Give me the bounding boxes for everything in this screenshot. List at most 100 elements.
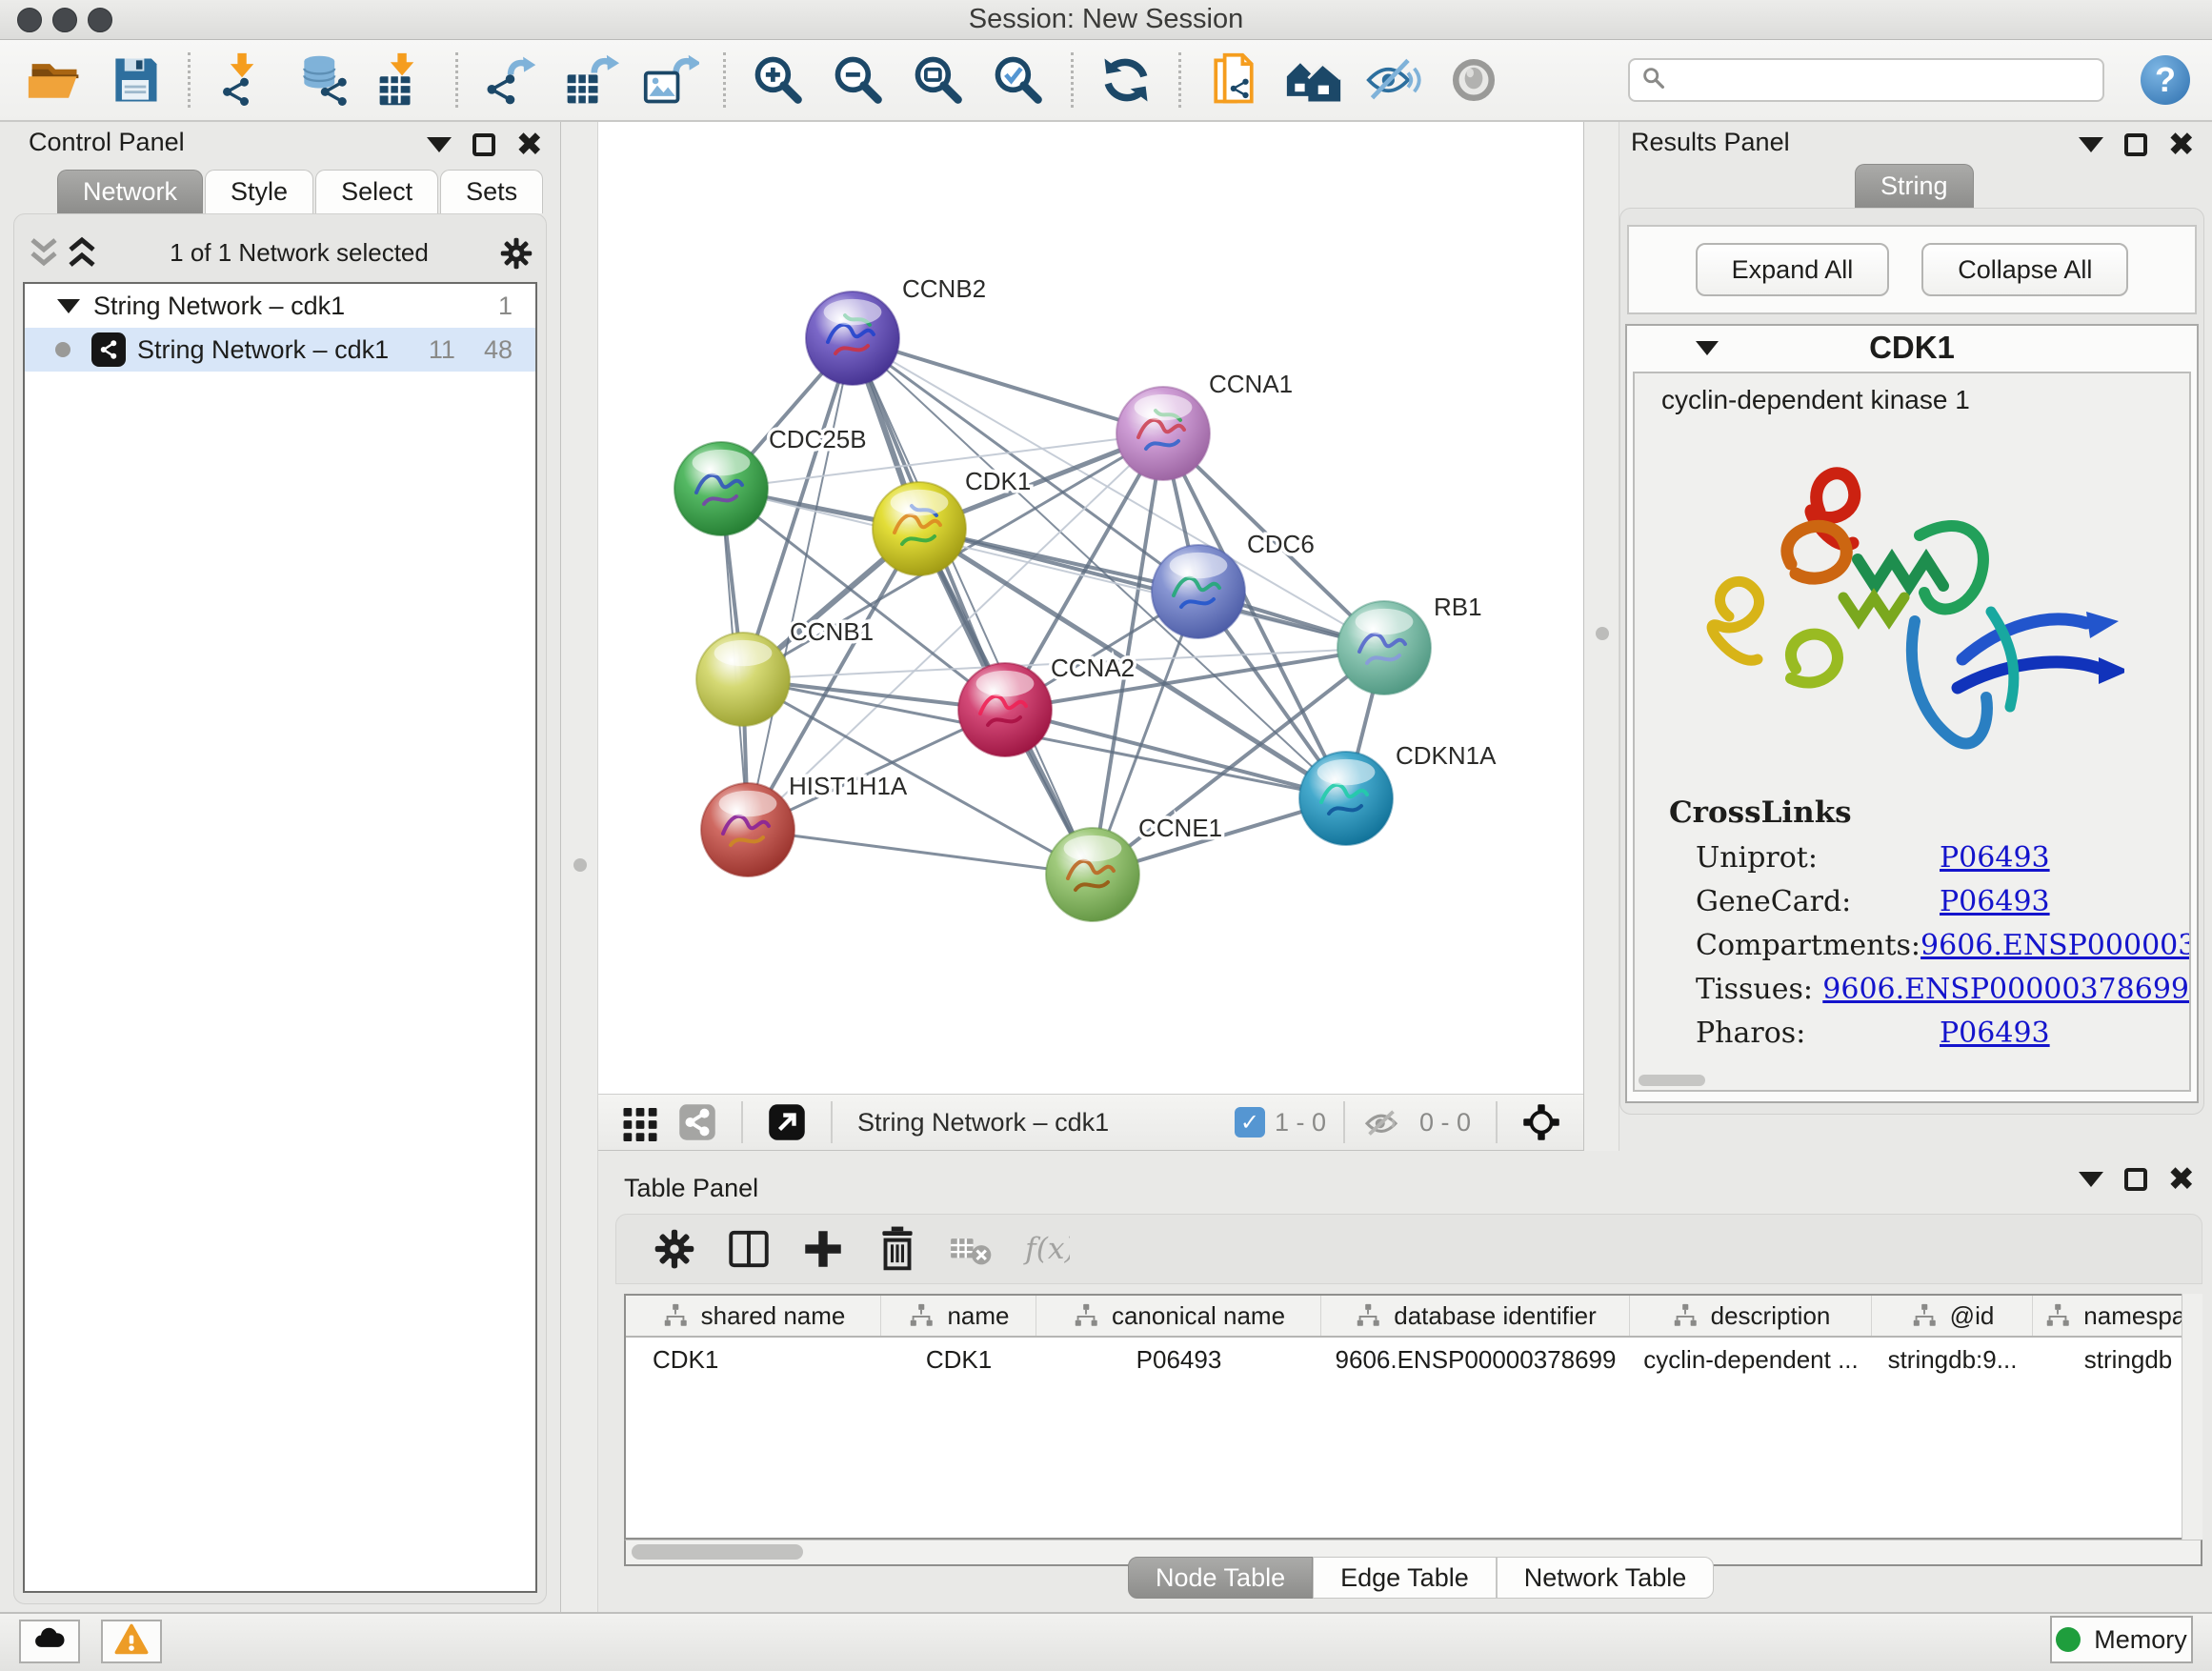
network-collection-row[interactable]: String Network – cdk1 1 (25, 284, 535, 328)
search-input[interactable] (1628, 58, 2104, 102)
refresh-layout-button[interactable] (1095, 49, 1157, 111)
import-network-button[interactable] (211, 49, 274, 111)
memory-button[interactable]: Memory (2050, 1616, 2193, 1663)
cloud-button[interactable] (19, 1620, 80, 1663)
network-options-gear-icon[interactable] (497, 234, 535, 271)
table-hscroll-thumb[interactable] (632, 1544, 803, 1560)
export-image-button[interactable] (639, 49, 702, 111)
collapse-all-networks-icon[interactable] (25, 234, 63, 271)
warning-button[interactable] (101, 1620, 162, 1663)
control-panel-collapse-icon[interactable] (427, 137, 452, 152)
left-splitter-handle[interactable] (573, 858, 587, 872)
open-session-button[interactable] (24, 49, 87, 111)
tab-string[interactable]: String (1855, 164, 1974, 208)
zoom-selected-button[interactable] (987, 49, 1050, 111)
crosslinks-scrollbar[interactable] (1639, 1075, 1705, 1086)
table-panel-close-icon[interactable]: ✖ (2168, 1168, 2196, 1191)
minimize-window-button[interactable] (52, 8, 77, 32)
node-CDC6[interactable] (1152, 545, 1245, 638)
tab-select[interactable]: Select (315, 170, 438, 213)
zoom-fit-button[interactable] (907, 49, 970, 111)
tab-sets[interactable]: Sets (440, 170, 543, 213)
export-network-button[interactable] (479, 49, 542, 111)
delete-entry-button[interactable] (870, 1221, 925, 1277)
column-header-name[interactable]: name (881, 1296, 1036, 1336)
show-columns-button[interactable] (721, 1221, 776, 1277)
export-table-button[interactable] (559, 49, 622, 111)
table-panel-float-icon[interactable] (2124, 1168, 2147, 1191)
collection-expand-icon[interactable] (57, 299, 80, 313)
tab-style[interactable]: Style (205, 170, 313, 213)
table-row[interactable]: CDK1CDK1P064939606.ENSP00000378699cyclin… (626, 1338, 2201, 1381)
node-HIST1H1A[interactable] (701, 783, 794, 876)
preview-lens-button[interactable] (1442, 49, 1505, 111)
move-crosshair-icon[interactable] (1520, 1101, 1562, 1143)
tab-network[interactable]: Network (57, 170, 203, 213)
control-panel-close-icon[interactable]: ✖ (516, 133, 544, 156)
hide-unselected-button[interactable] (1362, 49, 1425, 111)
hidden-eye-icon[interactable] (1360, 1101, 1402, 1143)
network-view-canvas[interactable]: CCNB2CCNA1CDC25BCDK1CDC6RB1CCNB1CCNA2CDK… (598, 122, 1583, 1094)
table-settings-button[interactable] (647, 1221, 702, 1277)
control-panel-float-icon[interactable] (473, 133, 495, 156)
tab-node-table[interactable]: Node Table (1128, 1557, 1313, 1599)
apply-function-button[interactable]: f(x) (1018, 1221, 1074, 1277)
left-splitter[interactable] (560, 122, 598, 1612)
collapse-all-button[interactable]: Collapse All (1921, 243, 2128, 296)
right-splitter-handle[interactable] (1596, 627, 1609, 640)
crosslink-value-link[interactable]: 9606.ENSP00000378699 (1920, 929, 2191, 962)
gene-header[interactable]: CDK1 (1627, 326, 2197, 370)
expand-all-networks-icon[interactable] (63, 234, 101, 271)
clear-entries-button[interactable] (944, 1221, 999, 1277)
column-header-namespace[interactable]: namespace (2033, 1296, 2202, 1336)
expand-all-button[interactable]: Expand All (1696, 243, 1890, 296)
maximize-window-button[interactable] (88, 8, 112, 32)
save-session-button[interactable] (104, 49, 167, 111)
results-panel-float-icon[interactable] (2124, 133, 2147, 156)
crosslink-value-link[interactable]: P06493 (1940, 885, 2050, 918)
network-row-selected[interactable]: String Network – cdk1 11 48 (25, 328, 535, 372)
close-window-button[interactable] (17, 8, 42, 32)
share-document-button[interactable] (1202, 49, 1265, 111)
node-RB1[interactable] (1337, 601, 1431, 695)
node-CCNA1[interactable] (1116, 387, 1210, 480)
column-header-canonical-name[interactable]: canonical name (1036, 1296, 1321, 1336)
table-panel-collapse-icon[interactable] (2079, 1172, 2103, 1187)
node-CCNA2[interactable] (958, 663, 1052, 756)
node-CCNE1[interactable] (1046, 828, 1139, 921)
zoom-in-button[interactable] (747, 49, 810, 111)
crosslink-value-link[interactable]: P06493 (1940, 841, 2050, 875)
node-CDC25B[interactable] (674, 442, 768, 535)
selected-checkbox-icon[interactable]: ✓ (1235, 1107, 1265, 1137)
tab-edge-table[interactable]: Edge Table (1313, 1557, 1497, 1599)
right-splitter[interactable] (1583, 122, 1619, 1151)
node-CCNB1[interactable] (696, 633, 790, 726)
node-CDKN1A[interactable] (1299, 752, 1393, 845)
edge-CCNB2-HIST1H1A[interactable] (748, 338, 853, 830)
column-header-database-identifier[interactable]: database identifier (1321, 1296, 1630, 1336)
tab-network-table[interactable]: Network Table (1497, 1557, 1715, 1599)
node-CDK1[interactable] (873, 482, 966, 575)
results-panel-close-icon[interactable]: ✖ (2168, 133, 2196, 156)
import-table-button[interactable] (372, 49, 434, 111)
column-header--id[interactable]: @id (1872, 1296, 2033, 1336)
edge-CCNB2-CCNA1[interactable] (853, 338, 1163, 433)
table-vertical-scrollbar[interactable] (2182, 1294, 2202, 1566)
column-header-shared-name[interactable]: shared name (626, 1296, 881, 1336)
grid-view-icon[interactable] (619, 1101, 661, 1143)
import-database-button[interactable] (292, 49, 354, 111)
crosslink-value-link[interactable]: 9606.ENSP00000378699 (1822, 973, 2189, 1006)
help-button[interactable]: ? (2141, 55, 2190, 105)
edge-HIST1H1A-CCNE1[interactable] (748, 830, 1093, 875)
node-table[interactable]: shared namenamecanonical namedatabase id… (624, 1294, 2202, 1540)
string-home-button[interactable] (1282, 49, 1345, 111)
column-header-description[interactable]: description (1630, 1296, 1872, 1336)
zoom-out-button[interactable] (827, 49, 890, 111)
network-share-icon[interactable] (676, 1101, 718, 1143)
node-CCNB2[interactable] (806, 292, 899, 385)
add-entry-button[interactable] (795, 1221, 851, 1277)
edge-CCNA2-CDKN1A[interactable] (1005, 710, 1346, 798)
birds-eye-view-icon[interactable] (766, 1101, 808, 1143)
results-panel-collapse-icon[interactable] (2079, 137, 2103, 152)
crosslink-value-link[interactable]: P06493 (1940, 1017, 2050, 1050)
